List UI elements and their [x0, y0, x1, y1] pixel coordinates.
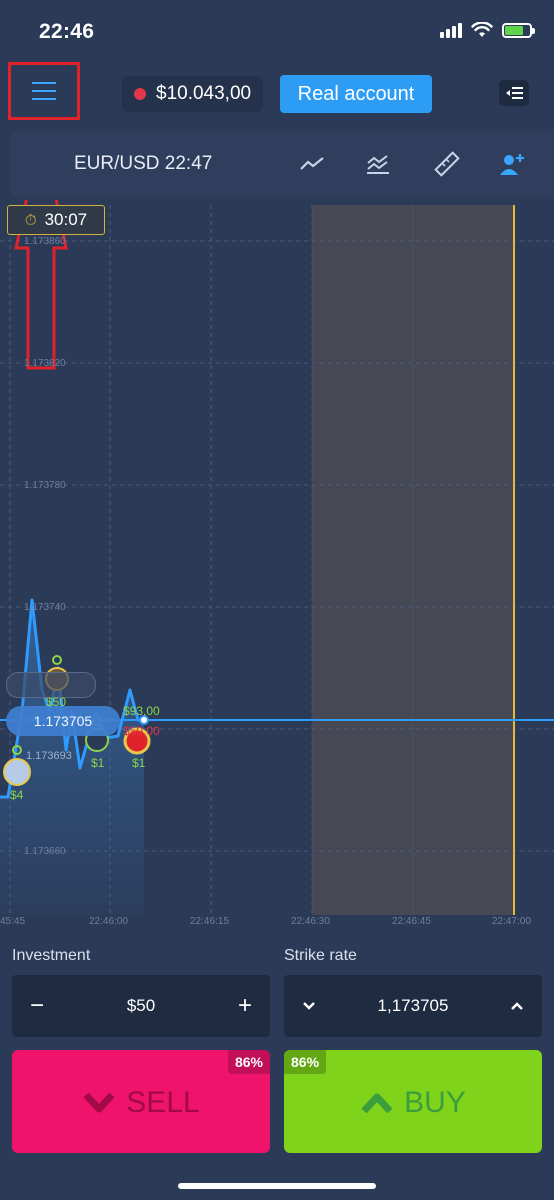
home-indicator[interactable] [178, 1183, 376, 1189]
ruler-icon[interactable] [430, 148, 462, 180]
trade-amount: $4 [10, 788, 24, 802]
real-account-button[interactable]: Real account [280, 75, 432, 113]
chart-toolbar: EUR/USD 22:47 [10, 132, 554, 196]
x-tick: 22:47:00 [492, 916, 531, 927]
status-bar: 22:46 [0, 0, 554, 62]
indicators-icon[interactable] [362, 148, 394, 180]
chevron-down-icon [303, 1002, 315, 1010]
sell-label: SELL [126, 1086, 200, 1119]
buy-label: BUY [404, 1086, 466, 1119]
y-tick: 1.173660 [24, 846, 66, 857]
battery-icon [502, 22, 535, 38]
side-panel-button[interactable] [499, 80, 529, 106]
buy-label-group: BUY [284, 1086, 542, 1120]
investment-minus-button[interactable]: − [12, 975, 62, 1037]
chevron-down-icon [83, 1092, 115, 1113]
sell-payout-percent: 86% [227, 1050, 270, 1074]
x-tick: 22:46:45 [392, 916, 431, 927]
timer-icon: ⏱ [24, 211, 37, 229]
sell-button[interactable]: 86% SELL [12, 1050, 270, 1153]
expiry-timer: ⏱ 30:07 [7, 205, 105, 235]
investment-value[interactable]: $50 [62, 975, 220, 1037]
trade-amount: $50 [46, 695, 67, 709]
y-tick: 1.173860 [24, 236, 66, 247]
y-tick: 1.173740 [24, 602, 66, 613]
status-icons [440, 22, 535, 38]
wifi-icon [471, 22, 493, 37]
chevron-up-icon [511, 1002, 523, 1010]
price-chart[interactable] [0, 200, 554, 935]
strike-rate-value[interactable]: 1,173705 [334, 975, 492, 1037]
x-tick: 22:46:15 [190, 916, 229, 927]
buy-payout-percent: 86% [284, 1050, 327, 1074]
top-bar: $10.043,00 Real account [0, 62, 554, 124]
status-time: 22:46 [39, 20, 95, 43]
trade-amount: $93,00 [123, 704, 160, 718]
secondary-price-label: 1.173693 [26, 750, 72, 762]
strike-rate-label: Strike rate [284, 947, 357, 964]
timer-value: 30:07 [44, 210, 88, 229]
x-tick: 22:46:30 [291, 916, 330, 927]
investment-label: Investment [12, 947, 91, 964]
add-user-icon[interactable] [496, 148, 528, 180]
list-collapse-icon [506, 87, 523, 99]
sell-label-group: SELL [12, 1086, 270, 1120]
account-balance[interactable]: $10.043,00 [122, 76, 264, 112]
cellular-signal-icon [440, 22, 462, 38]
strike-up-button[interactable] [492, 975, 542, 1037]
y-tick: 1.173820 [24, 358, 66, 369]
investment-stepper: − $50 + [12, 975, 270, 1037]
x-tick: 22:46:00 [89, 916, 128, 927]
balance-value: $10.043,00 [156, 83, 252, 104]
y-tick: 1.173780 [24, 480, 66, 491]
strike-rate-stepper: 1,173705 [284, 975, 542, 1037]
asset-selector[interactable]: EUR/USD 22:47 [74, 153, 212, 175]
trade-amount: $1 [132, 756, 146, 770]
current-price-label: 1.173705 [6, 706, 120, 736]
chevron-up-icon [361, 1093, 393, 1114]
hamburger-icon [32, 82, 56, 100]
menu-button[interactable] [8, 62, 80, 120]
balance-status-dot [134, 88, 146, 100]
line-chart-icon[interactable] [296, 148, 328, 180]
investment-plus-button[interactable]: + [220, 975, 270, 1037]
buy-button[interactable]: 86% BUY [284, 1050, 542, 1153]
strike-down-button[interactable] [284, 975, 334, 1037]
x-tick: 45:45 [0, 916, 26, 927]
trade-amount: $1 [91, 756, 105, 770]
trade-amount: $50,00 [123, 724, 160, 738]
